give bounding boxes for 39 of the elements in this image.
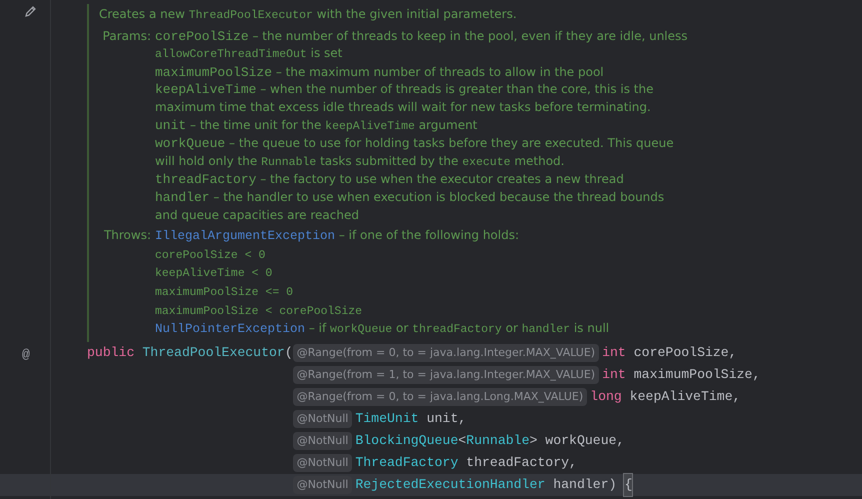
code-line: @NotNull TimeUnit unit, (292, 408, 466, 430)
inlay-hint[interactable]: @NotNull (292, 476, 352, 494)
exception-link[interactable]: IllegalArgumentException (155, 229, 336, 244)
code-line: @Range(from = 0, to = java.lang.Integer.MAX_VALUE) int corePoolSize, (292, 342, 737, 364)
doc-line: corePoolSize < 0 (155, 248, 266, 264)
doc-line: keepAliveTime < 0 (155, 266, 274, 282)
doc-line: maximum time that excess idle threads will wait for new tasks before terminating. (155, 98, 652, 116)
inlay-hint[interactable]: @NotNull (292, 454, 352, 472)
edit-icon[interactable] (24, 5, 37, 18)
inlay-hint[interactable]: @Range(from = 0, to = java.lang.Long.MAX_VALUE) (292, 388, 588, 406)
doc-line: corePoolSize – the number of threads to keep in the pool, even if they are idle, unless (155, 28, 689, 46)
code-line: @Range(from = 1, to = java.lang.Integer.MAX_VALUE) int maximumPoolSize, (292, 364, 760, 386)
annotation-gutter-mark: @ (22, 346, 30, 364)
section-label: Throws: (102, 227, 152, 244)
doc-line: workQueue – the queue to use for holding tasks before they are executed. This queue (155, 135, 675, 153)
doc-line: keepAliveTime – when the number of threads is greater than the core, this is the (155, 81, 654, 99)
inlay-hint[interactable]: @NotNull (292, 410, 352, 428)
doc-line: unit – the time unit for the keepAliveTime argument (155, 116, 478, 135)
exception-link[interactable]: NullPointerException (155, 322, 306, 336)
doc-line: maximumPoolSize <= 0 (155, 284, 294, 301)
doc-line: handler – the handler to use when execution is blocked because the thread bounds (155, 188, 666, 207)
doc-line: NullPointerException – if workQueue or threadFactory or handler is null (155, 320, 610, 338)
code-line: @NotNull BlockingQueue<Runnable> workQueue, (292, 430, 624, 452)
code-line: @NotNull ThreadFactory threadFactory, (292, 452, 577, 474)
doc-line: maximumPoolSize < corePoolSize (155, 304, 364, 320)
doc-line: maximumPoolSize – the maximum number of threads to allow in the pool (155, 64, 605, 82)
inlay-hint[interactable]: @Range(from = 0, to = java.lang.Integer.MAX_VALUE) (292, 344, 600, 362)
doc-line: will hold only the Runnable tasks submitted by the execute method. (155, 152, 566, 171)
code-line: @Range(from = 0, to = java.lang.Long.MAX_VALUE) long keepAliveTime, (292, 386, 741, 408)
doc-line: allowCoreThreadTimeOut is set (155, 45, 344, 64)
inlay-hint[interactable]: @Range(from = 1, to = java.lang.Integer.MAX_VALUE) (292, 366, 600, 384)
doc-line: Creates a new ThreadPoolExecutor with the given initial parameters. (99, 6, 518, 24)
inlay-hint[interactable]: @NotNull (292, 432, 352, 450)
doc-line: and queue capacities are reached (155, 206, 360, 224)
doc-line: IllegalArgumentException – if one of the following holds: (155, 227, 520, 246)
code-text: public ThreadPoolExecutor( (87, 344, 293, 362)
doc-line: threadFactory – the factory to use when the executor creates a new thread (155, 171, 625, 189)
section-label: Params: (102, 28, 152, 45)
code-line: @NotNull RejectedExecutionHandler handler) { (292, 474, 632, 496)
